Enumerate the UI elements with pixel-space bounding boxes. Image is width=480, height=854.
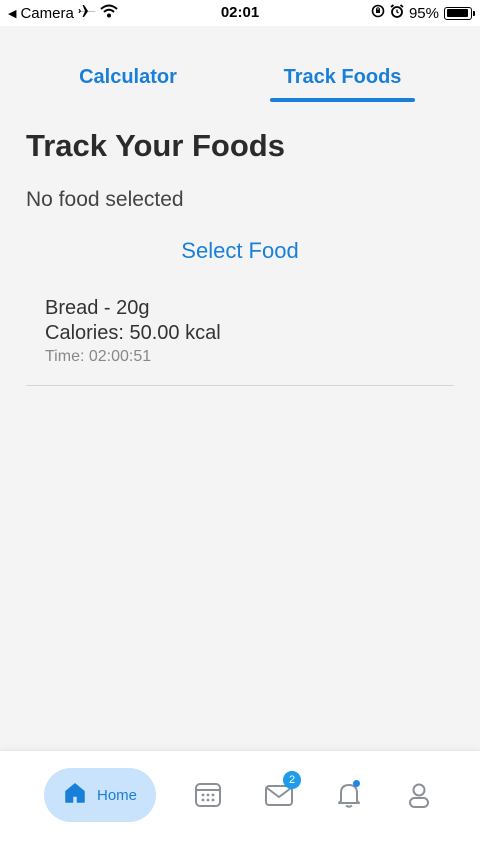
nav-messages-button[interactable]: 2 [263, 771, 301, 811]
food-entry-time: Time: 02:00:51 [45, 348, 152, 365]
orientation-lock-icon [371, 4, 385, 22]
mail-icon [263, 785, 295, 815]
alarm-icon [390, 4, 404, 22]
battery-percent: 95% [408, 4, 439, 22]
home-icon [63, 781, 87, 810]
app-screen: ◀ Camera 02:01 95% Calculator Track Food… [0, 0, 480, 854]
selection-status: No food selected [26, 188, 184, 211]
food-entry: Bread - 20g Calories: 50.00 kcal Time: 0… [45, 296, 445, 368]
page-title: Track Your Foods [26, 128, 285, 163]
user-icon [403, 783, 435, 815]
nav-home-button[interactable]: Home [44, 768, 156, 822]
bell-icon [333, 784, 365, 815]
active-tab-indicator [270, 98, 415, 102]
battery-icon [444, 6, 475, 20]
nav-home-label: Home [96, 786, 137, 804]
bottom-navigation: Home 2 [0, 750, 480, 854]
calendar-icon [192, 783, 224, 815]
food-entry-calories: Calories: 50.00 kcal [45, 322, 221, 344]
notification-dot [353, 780, 360, 787]
tab-bar: Calculator Track Foods [0, 56, 480, 102]
tab-calculator[interactable]: Calculator [48, 56, 208, 102]
battery-level [446, 9, 469, 17]
nav-profile-button[interactable] [403, 779, 435, 811]
status-right: 95% [371, 4, 475, 22]
messages-badge: 2 [283, 771, 301, 789]
food-entry-name: Bread - 20g [45, 297, 150, 319]
status-bar: ◀ Camera 02:01 95% [0, 0, 480, 26]
tab-track-foods[interactable]: Track Foods [270, 56, 415, 102]
entry-divider [26, 385, 454, 386]
nav-notifications-button[interactable] [333, 779, 365, 811]
select-food-button[interactable]: Select Food [0, 238, 480, 264]
nav-calendar-button[interactable] [192, 779, 224, 811]
